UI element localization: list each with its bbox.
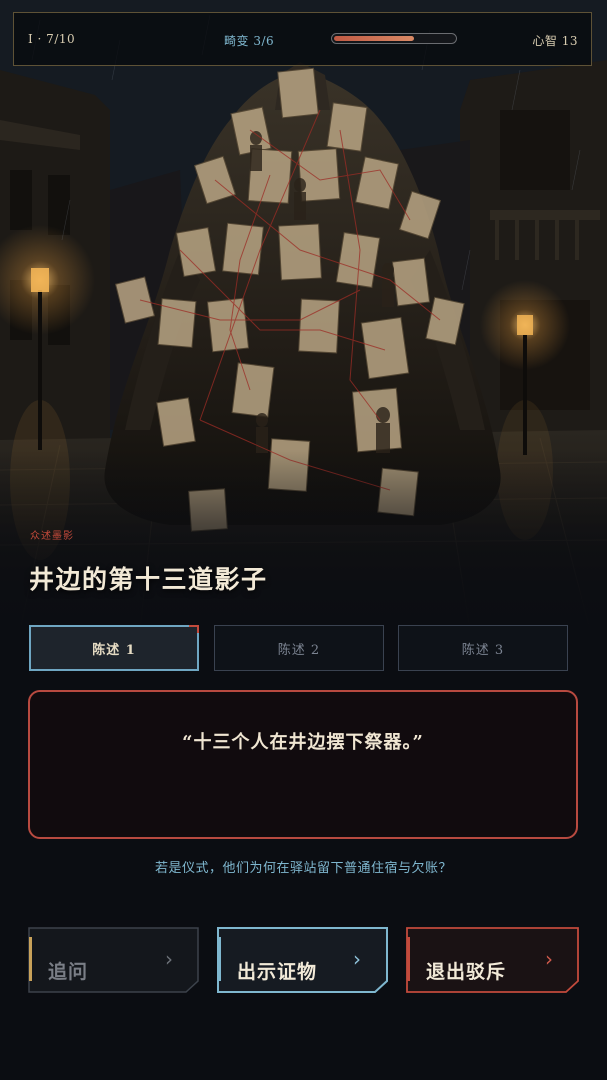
tab-statement-2[interactable]: 陈述 2 bbox=[214, 625, 384, 671]
present-evidence-button[interactable]: 出示证物 › bbox=[217, 927, 388, 993]
press-button[interactable]: 追问 › bbox=[28, 927, 199, 993]
statement-quote: “十三个人在井边摆下祭器。” bbox=[182, 732, 424, 753]
scene-fade bbox=[0, 450, 607, 630]
exit-rebuttal-button[interactable]: 退出驳斥 › bbox=[406, 927, 579, 993]
statement-box: “十三个人在井边摆下祭器。” bbox=[28, 690, 578, 839]
anomaly-progress-bar bbox=[331, 33, 457, 44]
present-evidence-button-label: 出示证物 bbox=[237, 961, 318, 983]
scene-title: 井边的第十三道影子 bbox=[29, 565, 268, 594]
scene-subtitle: 众述墨影 bbox=[30, 531, 74, 542]
scene-illustration bbox=[0, 0, 607, 630]
press-button-label: 追问 bbox=[48, 961, 89, 983]
chevron-right-icon: › bbox=[353, 947, 361, 971]
tab-label: 陈述 1 bbox=[92, 642, 136, 658]
chapter-progress: I · 7/10 bbox=[28, 32, 76, 46]
exit-rebuttal-button-label: 退出驳斥 bbox=[426, 961, 507, 983]
chevron-right-icon: › bbox=[165, 947, 173, 971]
tab-statement-3[interactable]: 陈述 3 bbox=[398, 625, 568, 671]
status-bar: I · 7/10 畸变 3/6 心智 13 bbox=[13, 12, 592, 66]
hint-question: 若是仪式，他们为何在驿站留下普通住宿与欠账？ bbox=[154, 861, 452, 876]
anomaly-counter: 畸变 3/6 bbox=[224, 34, 275, 48]
tab-label: 陈述 2 bbox=[277, 642, 321, 658]
chevron-right-icon: › bbox=[545, 947, 553, 971]
tab-statement-1[interactable]: 陈述 1 bbox=[29, 625, 199, 671]
anomaly-progress-fill bbox=[334, 36, 414, 41]
sanity-counter: 心智 13 bbox=[532, 34, 578, 48]
tab-label: 陈述 3 bbox=[461, 642, 505, 658]
tab-active-marker bbox=[197, 625, 199, 633]
